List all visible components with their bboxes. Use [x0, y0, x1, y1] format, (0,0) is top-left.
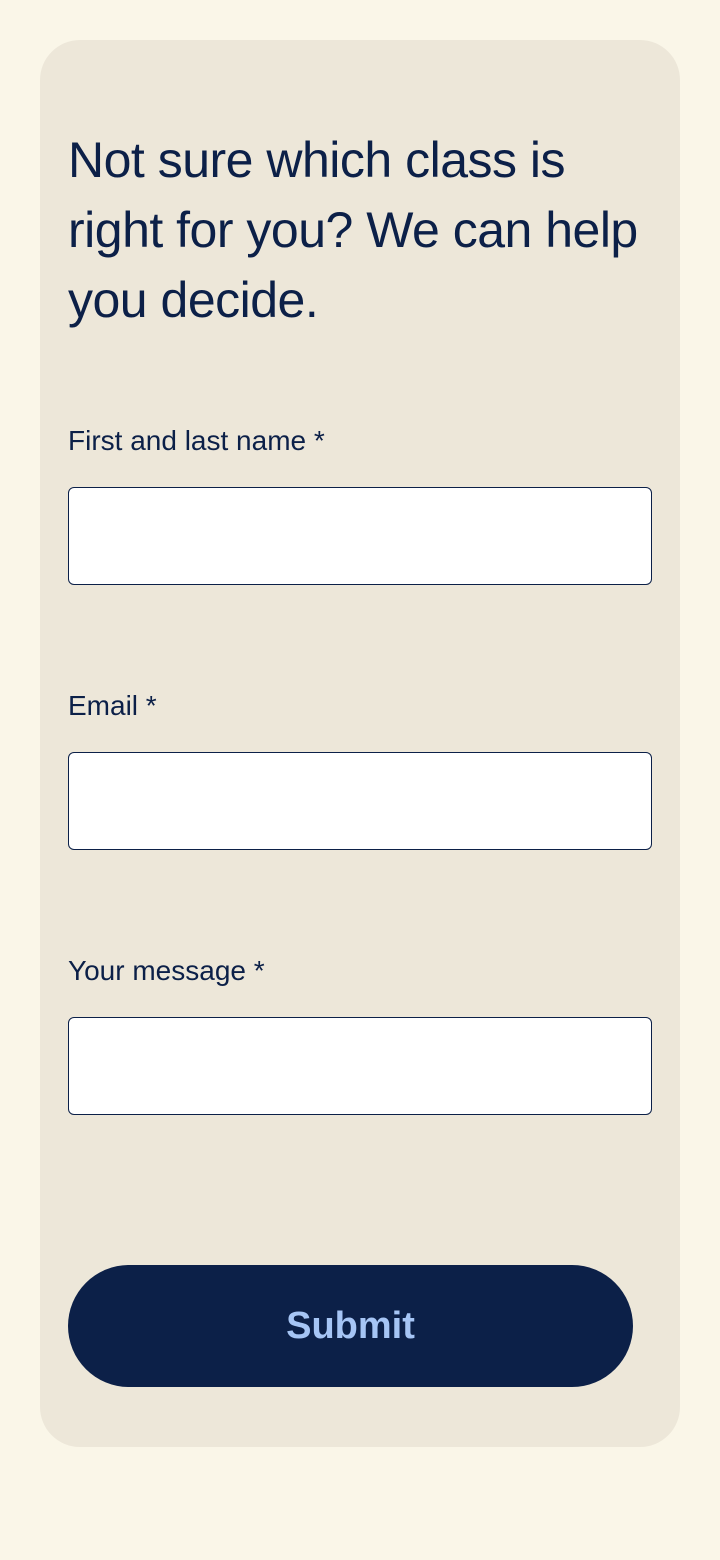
form-heading: Not sure which class is right for you? W…: [68, 125, 652, 335]
contact-form-card: Not sure which class is right for you? W…: [40, 40, 680, 1447]
submit-button[interactable]: Submit: [68, 1265, 633, 1387]
name-field-group: First and last name *: [68, 425, 652, 585]
name-input[interactable]: [68, 487, 652, 585]
message-field-group: Your message *: [68, 955, 652, 1115]
name-field-label: First and last name *: [68, 425, 652, 457]
email-field-label: Email *: [68, 690, 652, 722]
message-field-label: Your message *: [68, 955, 652, 987]
email-field-group: Email *: [68, 690, 652, 850]
message-input[interactable]: [68, 1017, 652, 1115]
email-input[interactable]: [68, 752, 652, 850]
